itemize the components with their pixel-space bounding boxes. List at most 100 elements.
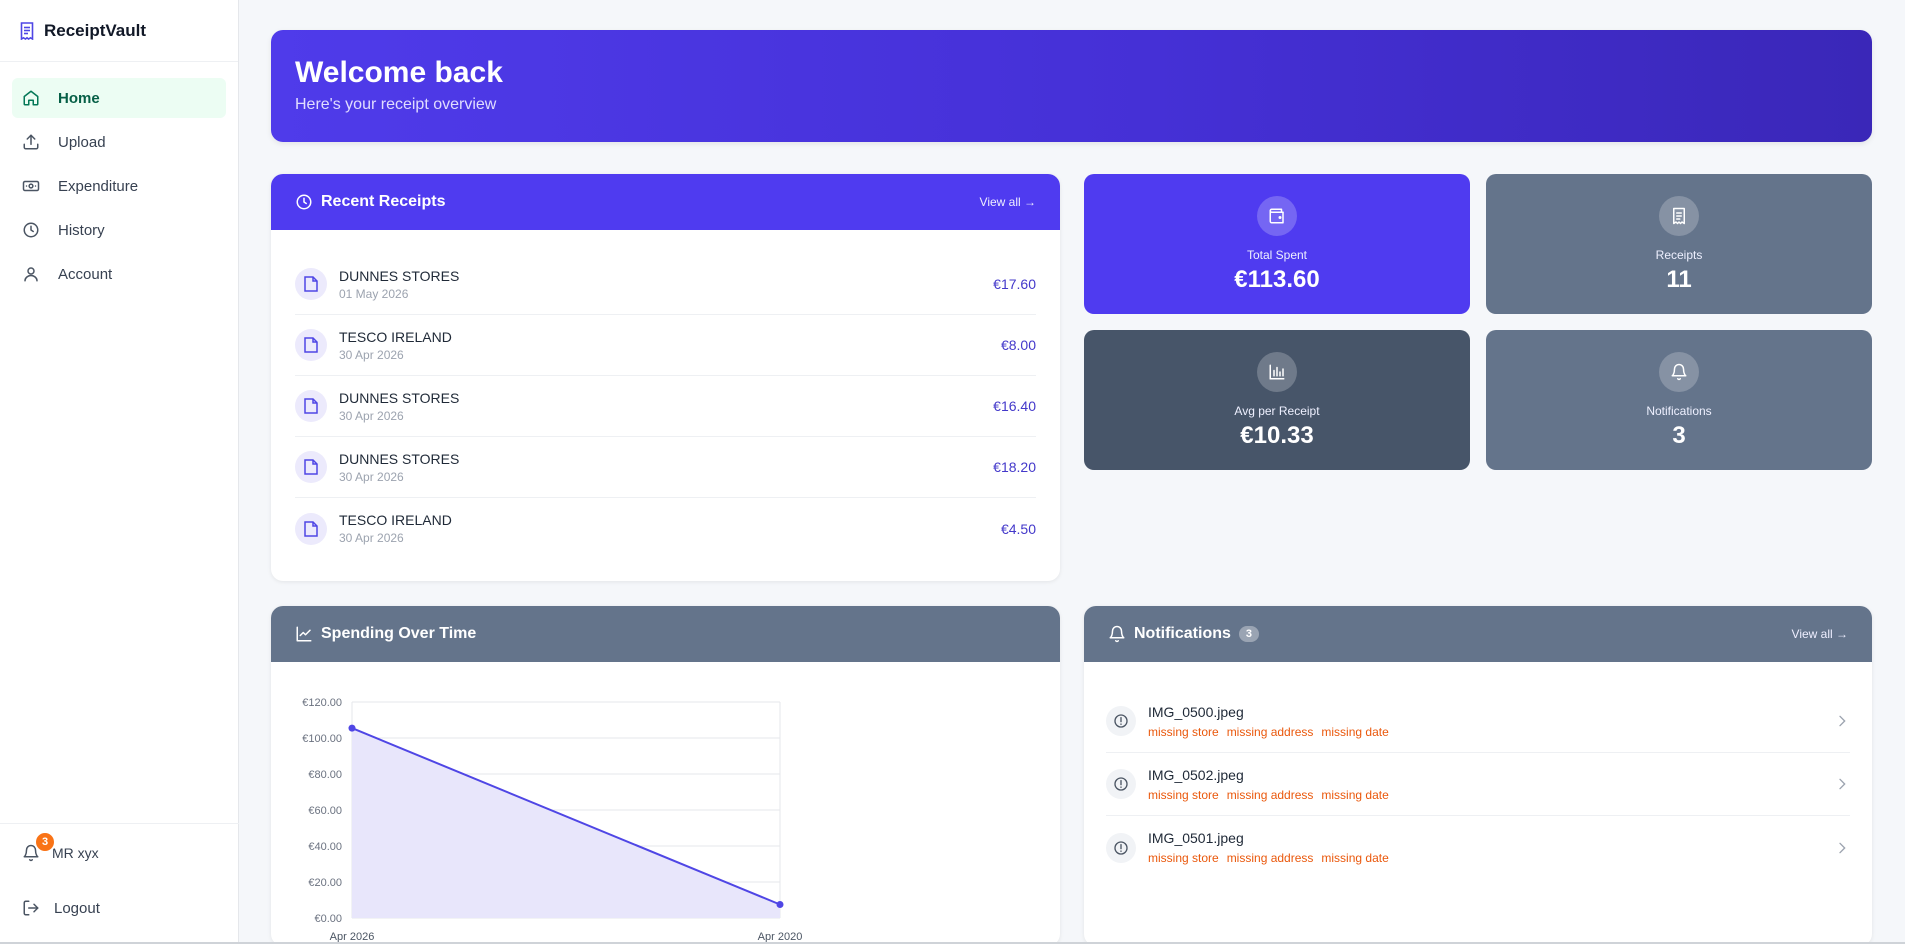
sidebar: ReceiptVault Home Upload Expenditure His…	[0, 0, 239, 944]
welcome-banner: Welcome back Here's your receipt overvie…	[271, 30, 1872, 142]
brand-name: ReceiptVault	[44, 20, 147, 40]
nav-item-label: Expenditure	[58, 177, 139, 195]
stat-value: €113.60	[1234, 266, 1320, 293]
recent-receipts-card: Recent Receipts View all → DUNNES STORES…	[271, 174, 1060, 581]
card-header: Spending Over Time	[271, 606, 1060, 662]
stat-value: 11	[1666, 266, 1692, 293]
bar-chart-icon	[1257, 352, 1297, 392]
nav-item-label: Home	[58, 89, 100, 107]
notification-tags: missing store missing address missing date	[1148, 851, 1834, 865]
bell-icon	[1109, 625, 1125, 643]
receipt-row[interactable]: DUNNES STORES 30 Apr 2026 €18.20	[295, 437, 1036, 498]
missing-tag: missing address	[1226, 724, 1314, 739]
notification-row[interactable]: IMG_0502.jpeg missing store missing addre…	[1106, 753, 1850, 816]
document-icon	[295, 451, 327, 483]
nav-item-expenditure[interactable]: Expenditure	[12, 166, 226, 206]
receipt-store: TESCO IRELAND	[339, 328, 452, 345]
notification-count-pill: 3	[1238, 626, 1260, 642]
y-tick-label: €0.00	[314, 913, 342, 925]
y-tick-label: €100.00	[302, 733, 342, 745]
logout-button[interactable]: Logout	[22, 899, 100, 917]
receipt-icon	[1659, 196, 1699, 236]
notification-row[interactable]: IMG_0501.jpeg missing store missing addre…	[1106, 816, 1850, 879]
upload-icon	[23, 134, 39, 150]
receipt-date: 01 May 2026	[339, 286, 409, 301]
banknote-icon	[22, 180, 40, 192]
receipt-row[interactable]: TESCO IRELAND 30 Apr 2026 €4.50	[295, 498, 1036, 559]
missing-tag: missing store	[1148, 724, 1219, 739]
y-tick-label: €20.00	[308, 877, 342, 889]
receipt-row[interactable]: TESCO IRELAND 30 Apr 2026 €8.00	[295, 315, 1036, 376]
notification-count-badge: 3	[34, 831, 56, 853]
card-title: Recent Receipts	[321, 193, 446, 210]
main-nav: Home Upload Expenditure History Account	[0, 62, 238, 294]
notification-file: IMG_0501.jpeg	[1148, 830, 1244, 846]
notification-list: IMG_0500.jpeg missing store missing addre…	[1084, 662, 1872, 879]
nav-item-upload[interactable]: Upload	[12, 122, 226, 162]
stat-label: Receipts	[1655, 248, 1703, 262]
receipt-amount: €16.40	[993, 398, 1036, 414]
clock-icon	[296, 194, 312, 210]
missing-tag: missing address	[1226, 787, 1314, 802]
receipt-store: DUNNES STORES	[339, 267, 460, 284]
nav-item-home[interactable]: Home	[12, 78, 226, 118]
stat-label: Total Spent	[1246, 248, 1308, 262]
view-all-receipts-link[interactable]: View all →	[980, 195, 1036, 209]
missing-tag: missing date	[1321, 851, 1389, 865]
stat-label: Notifications	[1646, 404, 1712, 418]
nav-item-label: History	[58, 221, 105, 239]
logout-label: Logout	[54, 899, 100, 917]
card-title: Spending Over Time	[321, 625, 477, 642]
notifications-card: Notifications 3 View all → IMG_0500.jpeg…	[1084, 606, 1872, 944]
card-title: Notifications	[1134, 625, 1231, 642]
alert-circle-icon	[1106, 832, 1136, 863]
stat-value: €10.33	[1240, 422, 1314, 449]
data-point	[776, 901, 784, 908]
receipt-icon	[20, 21, 34, 40]
wallet-icon	[1257, 196, 1297, 236]
receipt-date: 30 Apr 2026	[339, 531, 404, 545]
stat-notifications: Notifications 3	[1486, 330, 1872, 470]
home-icon	[23, 90, 39, 106]
page-title: Welcome back	[295, 56, 503, 89]
notification-tags: missing store missing address missing date	[1148, 725, 1834, 739]
nav-item-account[interactable]: Account	[12, 254, 226, 294]
stat-receipts: Receipts 11	[1486, 174, 1872, 314]
receipt-date: 30 Apr 2026	[339, 469, 404, 484]
spending-chart: €0.00 €20.00 €40.00 €60.00 €80.00 €100.00 €120…	[271, 662, 1060, 944]
alert-circle-icon	[1106, 706, 1136, 736]
view-all-notifications-link[interactable]: View all →	[1792, 627, 1848, 641]
notification-file: IMG_0502.jpeg	[1148, 766, 1244, 783]
nav-item-label: Upload	[58, 133, 106, 151]
document-icon	[295, 268, 327, 300]
stat-value: 3	[1672, 422, 1686, 449]
card-header: Notifications 3 View all →	[1084, 606, 1872, 662]
chevron-right-icon	[1839, 842, 1846, 853]
user-menu[interactable]: 3 MR xyx	[22, 831, 99, 862]
receipt-row[interactable]: DUNNES STORES 01 May 2026 €17.60	[295, 254, 1036, 315]
area-fill	[352, 728, 780, 918]
receipt-date: 30 Apr 2026	[339, 347, 404, 362]
missing-tag: missing address	[1226, 851, 1314, 865]
bell-icon[interactable]: 3	[22, 831, 56, 862]
document-icon	[295, 390, 327, 422]
user-name: MR xyx	[52, 845, 99, 861]
missing-tag: missing store	[1148, 787, 1219, 802]
receipt-store: DUNNES STORES	[339, 450, 460, 467]
y-tick-label: €60.00	[308, 805, 342, 817]
receipt-list: DUNNES STORES 01 May 2026 €17.60 TESCO IR…	[271, 230, 1060, 559]
receipt-row[interactable]: DUNNES STORES 30 Apr 2026 €16.40	[295, 376, 1036, 437]
brand[interactable]: ReceiptVault	[0, 0, 238, 62]
missing-tag: missing date	[1321, 724, 1389, 739]
receipt-amount: €17.60	[993, 276, 1036, 292]
missing-tag: missing date	[1321, 787, 1389, 802]
notification-row[interactable]: IMG_0500.jpeg missing store missing addre…	[1106, 690, 1850, 753]
alert-circle-icon	[1106, 769, 1136, 799]
receipt-date: 30 Apr 2026	[339, 408, 404, 423]
bell-icon	[1659, 352, 1699, 392]
page-subtitle: Here's your receipt overview	[295, 96, 497, 113]
receipt-store: DUNNES STORES	[339, 389, 460, 406]
missing-tag: missing store	[1148, 851, 1219, 865]
receipt-amount: €8.00	[1000, 337, 1036, 353]
nav-item-history[interactable]: History	[12, 210, 226, 250]
